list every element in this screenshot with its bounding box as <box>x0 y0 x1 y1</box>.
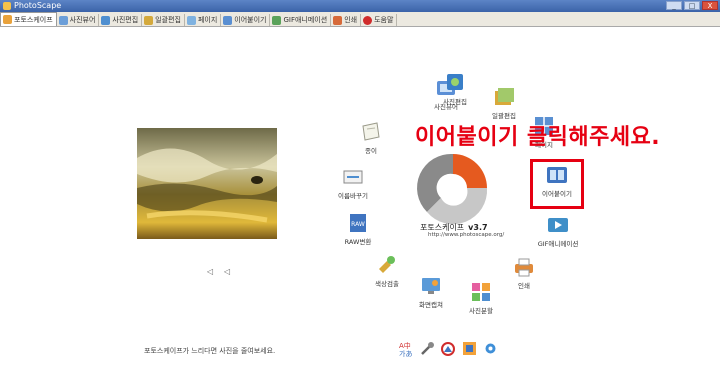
svg-text:RAW: RAW <box>351 221 365 228</box>
paper-icon <box>336 120 406 144</box>
tab-label: 이어붙이기 <box>234 16 267 24</box>
menu-label: 이름바꾸기 <box>338 192 368 200</box>
batch-icon <box>469 85 539 109</box>
help-tab-icon <box>363 15 373 25</box>
logo-url: http://www.photoscape.org/ <box>428 232 505 238</box>
menu-color-picker[interactable]: 색상검출 <box>352 253 422 288</box>
product-version: v3.7 <box>468 223 488 232</box>
tab-photoscape[interactable]: 포토스케이프 <box>0 12 57 26</box>
tools-icon[interactable] <box>419 340 436 357</box>
close-button[interactable]: X <box>702 1 718 10</box>
tab-combine[interactable]: 이어붙이기 <box>221 14 271 26</box>
face-search-icon[interactable] <box>440 340 457 357</box>
print-tab-icon <box>333 15 343 25</box>
svg-text:가あ: 가あ <box>399 349 412 357</box>
maximize-button[interactable]: □ <box>684 1 700 10</box>
tab-label: 일괄편집 <box>155 16 181 24</box>
product-name: 포토스케이프 <box>420 223 465 232</box>
combine-tab-icon <box>223 15 233 25</box>
photoscape-logo-icon <box>417 153 488 225</box>
settings-icon[interactable] <box>482 340 499 357</box>
previous-photo-button[interactable]: ◁ <box>207 267 213 276</box>
menu-label: RAW변환 <box>344 238 372 246</box>
color-picker-icon <box>352 253 422 277</box>
tab-viewer[interactable]: 사진뷰어 <box>57 14 100 26</box>
viewer-tab-icon <box>58 15 68 25</box>
page-tab-icon <box>186 15 196 25</box>
raw-converter-icon: RAW <box>323 211 393 235</box>
rename-icon <box>318 165 388 189</box>
menu-label: GIF애니메이션 <box>537 240 579 248</box>
combine-highlight-box <box>530 159 584 209</box>
menu-label: 색상검출 <box>375 280 399 288</box>
language-icon[interactable]: A中가あ <box>398 340 415 357</box>
menu-gif[interactable]: GIF애니메이션 <box>523 213 593 248</box>
tab-batch[interactable]: 일괄편집 <box>142 14 185 26</box>
instruction-text: 이어붙이기 클릭해주세요. <box>415 125 661 150</box>
next-photo-button[interactable]: ◁ <box>224 267 230 276</box>
tab-label: 사진뷰어 <box>69 16 96 24</box>
printer-icon <box>489 255 559 279</box>
tab-label: 인쇄 <box>344 16 358 24</box>
footer-tip: 포토스케이프가 느리다면 사진을 줄여보세요. <box>144 347 276 355</box>
app-icon <box>3 2 11 10</box>
tab-bar: 포토스케이프 사진뷰어 사진편집 일괄편집 페이지 이어붙이기 GIF애니메이션… <box>0 12 720 27</box>
svg-text:A中: A中 <box>399 341 411 350</box>
tab-gif[interactable]: GIF애니메이션 <box>270 14 332 26</box>
menu-paper[interactable]: 종이 <box>336 120 406 155</box>
photoscape-tab-icon <box>3 15 12 24</box>
window-controls: _ □ X <box>666 1 718 10</box>
batch-tab-icon <box>144 15 154 25</box>
menu-rename[interactable]: 이름바꾸기 <box>318 165 388 200</box>
menu-raw[interactable]: RAW RAW변환 <box>323 211 393 246</box>
paper-print-icon[interactable] <box>461 340 478 357</box>
tab-page[interactable]: 페이지 <box>185 14 222 26</box>
tab-editor[interactable]: 사진편집 <box>99 14 143 26</box>
tab-label: 도움말 <box>374 16 394 24</box>
tab-label: GIF애니메이션 <box>283 16 328 24</box>
tab-label: 포토스케이프 <box>14 15 53 24</box>
title-bar: PhotoScape _ □ X <box>0 0 720 12</box>
tab-label: 사진편집 <box>112 16 139 24</box>
gif-animation-icon <box>523 213 593 237</box>
tab-label: 페이지 <box>197 16 218 24</box>
tab-print[interactable]: 인쇄 <box>331 14 362 26</box>
bottom-toolbar: A中 가あ <box>398 340 499 357</box>
tab-help[interactable]: 도움말 <box>361 14 398 26</box>
featured-photo <box>137 128 277 239</box>
menu-label: 종이 <box>365 147 377 155</box>
menu-label: 화면캡쳐 <box>419 301 443 309</box>
editor-tab-icon <box>101 15 111 25</box>
window-title: PhotoScape <box>14 1 62 10</box>
minimize-button[interactable]: _ <box>666 1 682 10</box>
gif-tab-icon <box>272 15 282 25</box>
